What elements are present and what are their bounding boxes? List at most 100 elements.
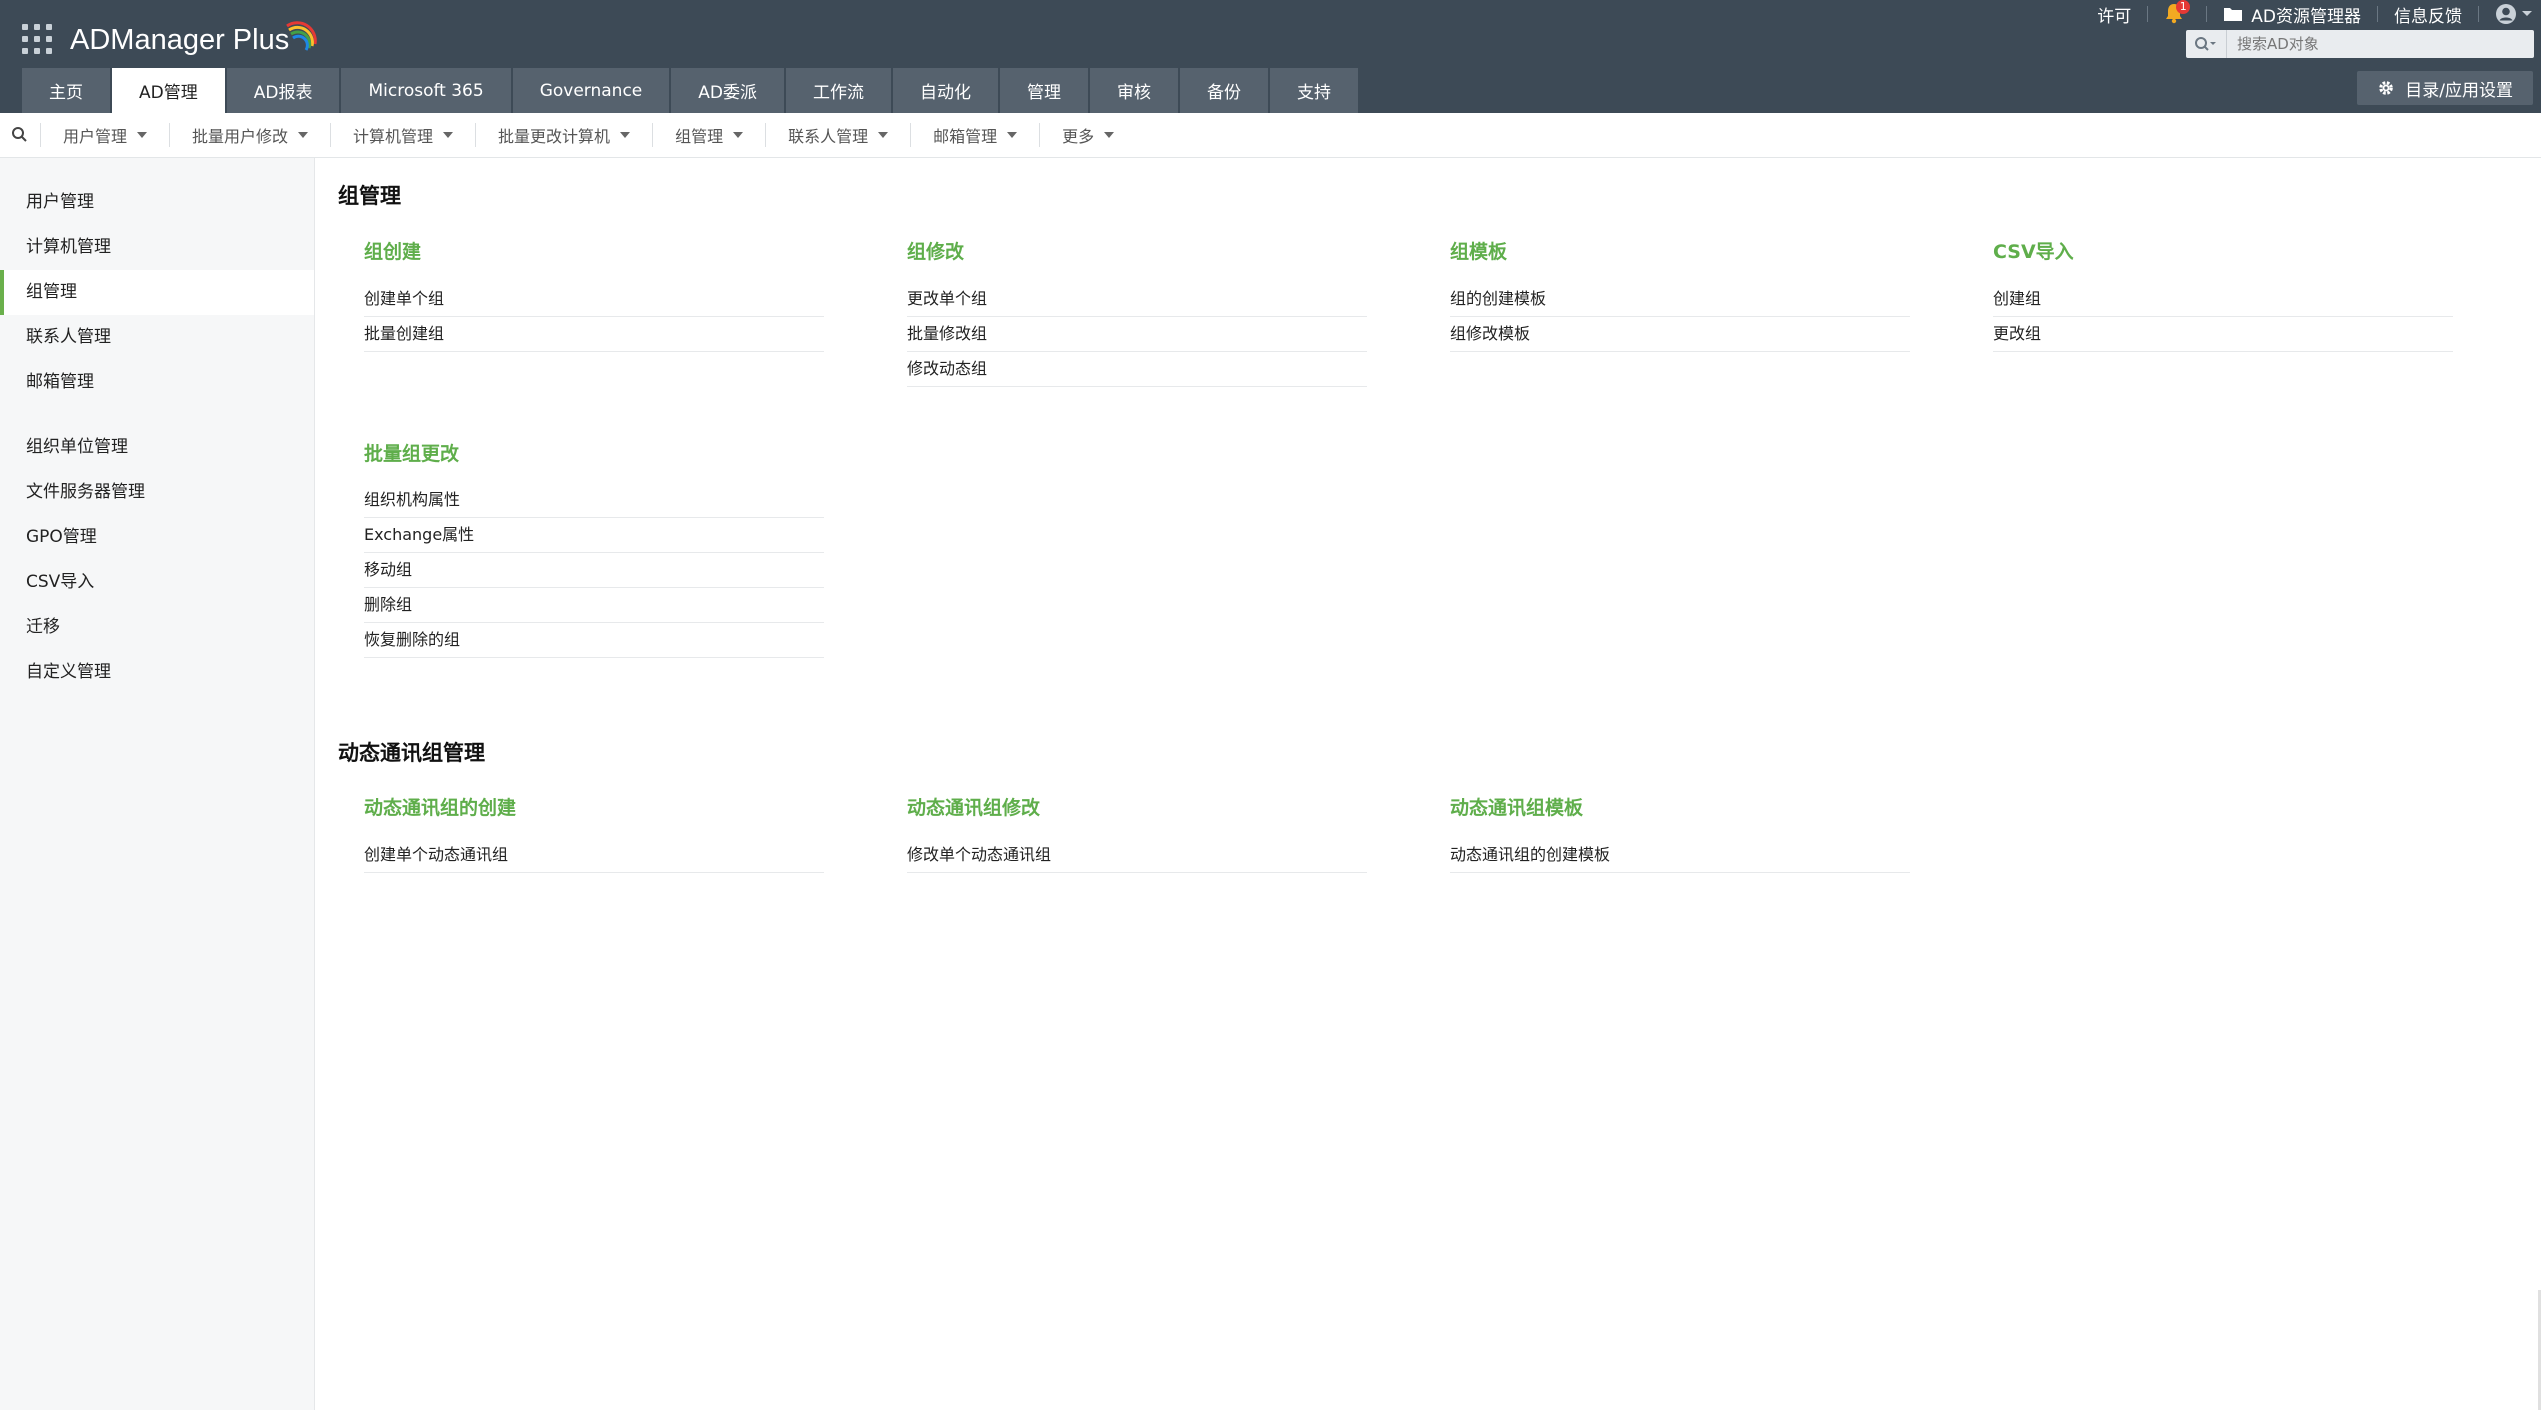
link-group-modification-template[interactable]: 组修改模板 — [1450, 317, 1910, 352]
tab-admin[interactable]: 管理 — [999, 68, 1088, 113]
col-title-bulk-group-changes: 批量组更改 — [364, 443, 460, 465]
notification-badge: 1 — [2176, 0, 2191, 14]
tab-ad-delegation[interactable]: AD委派 — [671, 68, 784, 113]
link-group-creation-template[interactable]: 组的创建模板 — [1450, 282, 1910, 317]
logo-arc-icon — [286, 21, 318, 51]
sidebar-item-migration[interactable]: 迁移 — [0, 605, 314, 650]
tab-audit[interactable]: 审核 — [1089, 68, 1178, 113]
settings-label: 目录/应用设置 — [2405, 80, 2513, 101]
main-tabs: 主页 AD管理 AD报表 Microsoft 365 Governance AD… — [22, 68, 1360, 113]
top-right-bar: 许可 1 AD资源管理器 信息反馈 — [2081, 0, 2541, 28]
link-modify-single-ddg[interactable]: 修改单个动态通讯组 — [907, 838, 1367, 873]
link-move-groups[interactable]: 移动组 — [364, 553, 824, 588]
subnav-search-button[interactable] — [0, 126, 40, 144]
col-title-csv-import: CSV导入 — [1993, 241, 2074, 263]
feedback-link[interactable]: 信息反馈 — [2378, 0, 2478, 28]
caret-down-icon — [443, 132, 454, 138]
link-ddg-creation-template[interactable]: 动态通讯组的创建模板 — [1450, 838, 1910, 873]
subnav-contact-management[interactable]: 联系人管理 — [765, 123, 910, 147]
tab-backup[interactable]: 备份 — [1179, 68, 1268, 113]
sidebar-item-mailbox-management[interactable]: 邮箱管理 — [0, 360, 314, 405]
link-create-single-ddg[interactable]: 创建单个动态通讯组 — [364, 838, 824, 873]
caret-down-icon — [733, 132, 744, 138]
caret-down-icon — [137, 132, 148, 138]
col-title-ddg-templates: 动态通讯组模板 — [1450, 797, 1584, 819]
notifications-button[interactable]: 1 — [2148, 0, 2206, 28]
link-csv-create-groups[interactable]: 创建组 — [1993, 282, 2453, 317]
app-grid-icon[interactable] — [22, 24, 52, 54]
chevron-down-icon — [2522, 11, 2532, 16]
link-exchange-attributes[interactable]: Exchange属性 — [364, 518, 824, 553]
col-title-group-modification: 组修改 — [907, 241, 965, 263]
gear-icon — [2379, 81, 2394, 95]
tab-microsoft-365[interactable]: Microsoft 365 — [341, 68, 511, 113]
link-delete-groups[interactable]: 删除组 — [364, 588, 824, 623]
tab-workflow[interactable]: 工作流 — [785, 68, 891, 113]
sidebar-item-contact-management[interactable]: 联系人管理 — [0, 315, 314, 360]
subnav-label: 批量更改计算机 — [498, 127, 611, 146]
tab-home[interactable]: 主页 — [22, 68, 110, 113]
caret-down-icon — [298, 132, 309, 138]
subnav-label: 组管理 — [675, 127, 724, 146]
link-org-attributes[interactable]: 组织机构属性 — [364, 483, 824, 518]
left-sidebar: 用户管理 计算机管理 组管理 联系人管理 邮箱管理 组织单位管理 文件服务器管理… — [0, 158, 315, 1410]
sidebar-item-file-server-management[interactable]: 文件服务器管理 — [0, 470, 314, 515]
link-create-single-group[interactable]: 创建单个组 — [364, 282, 824, 317]
subnav-label: 更多 — [1062, 127, 1095, 146]
subnav-more[interactable]: 更多 — [1039, 123, 1136, 147]
link-bulk-modify-groups[interactable]: 批量修改组 — [907, 317, 1367, 352]
folder-icon — [2224, 8, 2243, 21]
sidebar-item-computer-management[interactable]: 计算机管理 — [0, 225, 314, 270]
subnav-label: 邮箱管理 — [933, 127, 998, 146]
sidebar-item-gpo-management[interactable]: GPO管理 — [0, 515, 314, 560]
ad-explorer-link[interactable]: AD资源管理器 — [2207, 0, 2377, 28]
caret-down-icon — [1007, 132, 1018, 138]
link-modify-dynamic-group[interactable]: 修改动态组 — [907, 352, 1367, 387]
sub-navigation: 用户管理 批量用户修改 计算机管理 批量更改计算机 组管理 联系人管理 邮箱管理… — [0, 113, 2541, 158]
subnav-bulk-computer-modify[interactable]: 批量更改计算机 — [475, 123, 652, 147]
caret-down-icon — [1104, 132, 1115, 138]
subnav-user-management[interactable]: 用户管理 — [40, 123, 169, 147]
search-input[interactable] — [2227, 34, 2529, 54]
subnav-label: 计算机管理 — [353, 127, 434, 146]
tab-ad-reports[interactable]: AD报表 — [226, 68, 340, 113]
tab-ad-management[interactable]: AD管理 — [112, 68, 225, 113]
logo[interactable]: ADManager Plus — [70, 18, 321, 62]
caret-down-icon — [620, 132, 631, 138]
sidebar-group-2: 组织单位管理 文件服务器管理 GPO管理 CSV导入 迁移 自定义管理 — [0, 425, 314, 695]
ad-object-search — [2186, 30, 2534, 58]
search-options-button[interactable] — [2186, 30, 2227, 58]
col-title-ddg-creation: 动态通讯组的创建 — [364, 797, 517, 819]
subnav-bulk-user-modify[interactable]: 批量用户修改 — [169, 123, 330, 147]
link-csv-modify-groups[interactable]: 更改组 — [1993, 317, 2453, 352]
logo-text: ADManager Plus — [70, 24, 290, 56]
subnav-mailbox-management[interactable]: 邮箱管理 — [910, 123, 1039, 147]
tab-support[interactable]: 支持 — [1269, 68, 1358, 113]
subnav-computer-management[interactable]: 计算机管理 — [330, 123, 475, 147]
section-title-dynamic-distribution: 动态通讯组管理 — [338, 741, 485, 765]
sidebar-item-ou-management[interactable]: 组织单位管理 — [0, 425, 314, 470]
settings-button[interactable]: 目录/应用设置 — [2357, 71, 2533, 105]
link-modify-single-group[interactable]: 更改单个组 — [907, 282, 1367, 317]
link-restore-deleted-groups[interactable]: 恢复删除的组 — [364, 623, 824, 658]
sidebar-item-group-management[interactable]: 组管理 — [0, 270, 314, 315]
tab-automation[interactable]: 自动化 — [892, 68, 998, 113]
sidebar-item-user-management[interactable]: 用户管理 — [0, 180, 314, 225]
sidebar-item-csv-import[interactable]: CSV导入 — [0, 560, 314, 605]
ad-explorer-label: AD资源管理器 — [2251, 6, 2361, 27]
tab-governance[interactable]: Governance — [512, 68, 670, 113]
sidebar-item-custom-management[interactable]: 自定义管理 — [0, 650, 314, 695]
link-bulk-create-groups[interactable]: 批量创建组 — [364, 317, 824, 352]
search-icon — [2195, 37, 2216, 51]
subnav-label: 联系人管理 — [788, 127, 869, 146]
license-link[interactable]: 许可 — [2081, 0, 2147, 28]
search-icon — [12, 127, 27, 142]
user-menu[interactable] — [2479, 0, 2541, 28]
section-title-group-management: 组管理 — [338, 184, 401, 208]
col-title-ddg-modification: 动态通讯组修改 — [907, 797, 1041, 819]
subnav-label: 批量用户修改 — [192, 127, 289, 146]
top-header: ADManager Plus 许可 1 AD资源管理器 信息反馈 搜索AD对象 … — [0, 0, 2541, 113]
subnav-group-management[interactable]: 组管理 — [652, 123, 765, 147]
caret-down-icon — [878, 132, 889, 138]
col-title-group-templates: 组模板 — [1450, 241, 1508, 263]
